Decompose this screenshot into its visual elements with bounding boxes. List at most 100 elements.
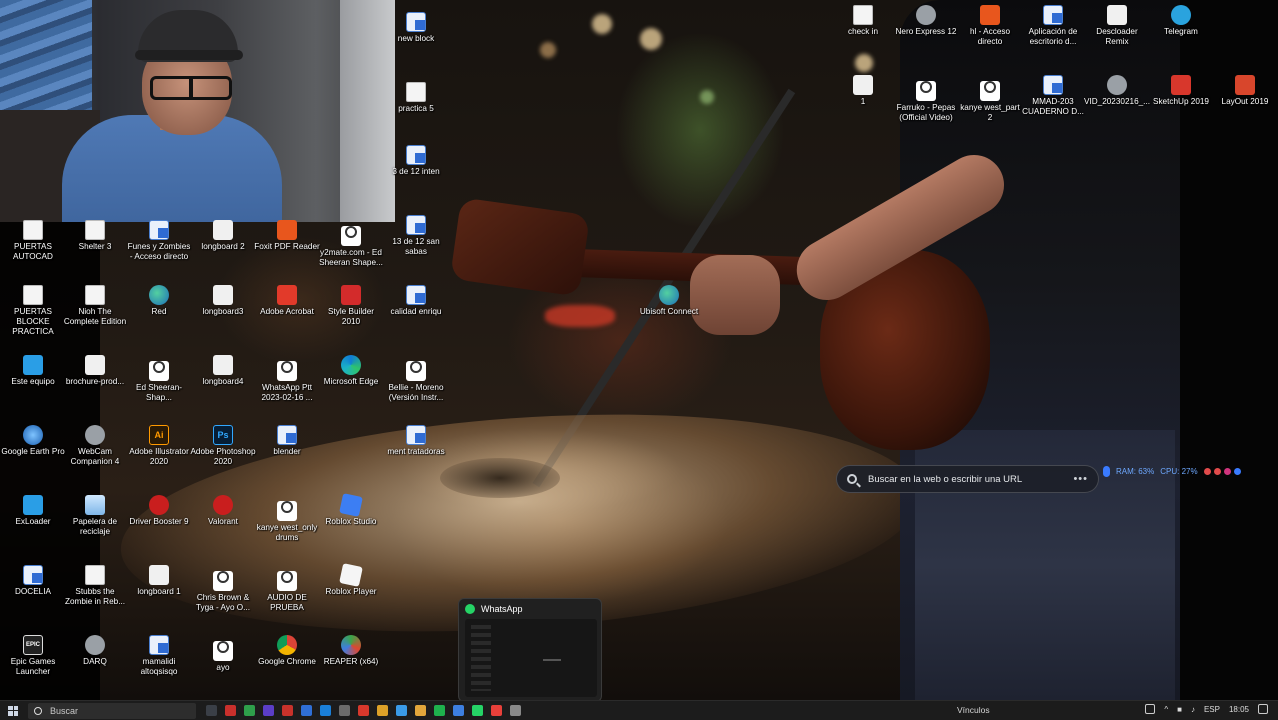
media-file-icon	[916, 81, 936, 101]
taskbar-app-icon[interactable]	[453, 705, 464, 716]
system-tray: ^ ■ ♪ ESP 18:05	[1145, 704, 1268, 714]
desktop-icon[interactable]: mamalidi altoqsisqo	[126, 635, 192, 677]
desktop-icon[interactable]: calidad enriqu	[383, 285, 449, 317]
desktop-icon[interactable]: Telegram	[1148, 5, 1214, 37]
desktop-icon[interactable]: Roblox Player	[318, 563, 384, 597]
desktop-icon-label: Shelter 3	[78, 242, 112, 251]
notifications-icon[interactable]	[1258, 704, 1268, 714]
desktop-icon[interactable]: Driver Booster 9	[126, 495, 192, 527]
web-search-input[interactable]: Buscar en la web o escribir una URL	[868, 474, 1073, 485]
desktop-icon[interactable]: Google Earth Pro	[0, 425, 66, 457]
desktop-icon[interactable]: REAPER (x64)	[318, 635, 384, 667]
desktop-icon[interactable]: Valorant	[190, 495, 256, 527]
desktop-icon[interactable]: Stubbs the Zombie in Reb...	[62, 565, 128, 607]
desktop-icon[interactable]: SketchUp 2019	[1148, 75, 1214, 107]
desktop-icon[interactable]: DARQ	[62, 635, 128, 667]
desktop-icon[interactable]: LayOut 2019	[1212, 75, 1278, 107]
taskbar-app-icon[interactable]	[510, 705, 521, 716]
desktop-icon[interactable]: WebCam Companion 4	[62, 425, 128, 467]
desktop-icon[interactable]: longboard4	[190, 355, 256, 387]
desktop-icon[interactable]: longboard3	[190, 285, 256, 317]
desktop-icon[interactable]: Farruko - Pepas (Official Video)	[893, 75, 959, 123]
desktop-icon[interactable]: Ubisoft Connect	[636, 285, 702, 317]
taskbar-app-icon[interactable]	[472, 705, 483, 716]
taskbar-app-icon[interactable]	[491, 705, 502, 716]
desktop-icon-label: hl - Acceso directo	[969, 27, 1011, 46]
desktop-icon[interactable]: Funes y Zombies - Acceso directo	[126, 220, 192, 262]
desktop-icon[interactable]: Nero Express 12	[893, 5, 959, 37]
desktop-icon[interactable]: check in	[830, 5, 896, 37]
clock[interactable]: 18:05	[1229, 705, 1249, 714]
desktop-icon[interactable]: Google Chrome	[254, 635, 320, 667]
taskbar-app-icon[interactable]	[225, 705, 236, 716]
taskbar-app-icon[interactable]	[396, 705, 407, 716]
web-search-widget[interactable]: Buscar en la web o escribir una URL •••	[836, 465, 1099, 493]
desktop-icon[interactable]: Red	[126, 285, 192, 317]
desktop-icon[interactable]: Aplicación de escritorio d...	[1020, 5, 1086, 47]
desktop-icon[interactable]: longboard 2	[190, 220, 256, 252]
taskbar-app-icon[interactable]	[434, 705, 445, 716]
desktop-icon[interactable]: WhatsApp Ptt 2023-02-16 ...	[254, 355, 320, 403]
volume-icon[interactable]: ♪	[1191, 705, 1195, 714]
desktop-icon[interactable]: Ed Sheeran-Shap...	[126, 355, 192, 403]
desktop-icon[interactable]: Descloader Remix	[1084, 5, 1150, 47]
taskbar-app-icon[interactable]	[301, 705, 312, 716]
taskbar-app-icon[interactable]	[206, 705, 217, 716]
desktop-icon[interactable]: AUDIO DE PRUEBA	[254, 565, 320, 613]
taskbar-app-icon[interactable]	[320, 705, 331, 716]
desktop-icon[interactable]: 1	[830, 75, 896, 107]
language-indicator[interactable]: ESP	[1204, 705, 1220, 714]
desktop-icon[interactable]: MMAD-203 CUADERNO D...	[1020, 75, 1086, 117]
taskbar-app-icon[interactable]	[339, 705, 350, 716]
webcam-icon	[85, 425, 105, 445]
links-toolbar[interactable]: Vínculos	[957, 705, 990, 715]
search-icon	[34, 706, 42, 715]
keyboard-icon[interactable]	[1145, 704, 1156, 714]
desktop-icon[interactable]: Este equipo	[0, 355, 66, 387]
taskbar-app-icon[interactable]	[377, 705, 388, 716]
desktop-icon[interactable]: blender	[254, 425, 320, 457]
taskbar-app-icon[interactable]	[282, 705, 293, 716]
desktop-icon[interactable]: ExLoader	[0, 495, 66, 527]
desktop-icon[interactable]: Ps Adobe Photoshop 2020	[190, 425, 256, 467]
desktop-icon[interactable]: y2mate.com - Ed Sheeran Shape...	[318, 220, 384, 268]
desktop-icon[interactable]: PUERTAS AUTOCAD	[0, 220, 66, 262]
desktop-icon[interactable]: Microsoft Edge	[318, 355, 384, 387]
desktop-icon[interactable]: kanye west_part 2	[957, 75, 1023, 123]
desktop-icon[interactable]: Nioh The Complete Edition	[62, 285, 128, 327]
desktop-icon[interactable]: Adobe Acrobat	[254, 285, 320, 317]
desktop-icon[interactable]: Style Builder 2010	[318, 285, 384, 327]
desktop-icon[interactable]: ayo	[190, 635, 256, 673]
taskbar-app-icon[interactable]	[263, 705, 274, 716]
more-options-icon[interactable]: •••	[1073, 473, 1088, 485]
desktop-icon[interactable]: practica 5	[383, 82, 449, 114]
desktop-icon[interactable]: new block	[383, 12, 449, 44]
document-icon	[85, 565, 105, 585]
desktop-icon[interactable]: 13 de 12 san sabas	[383, 215, 449, 257]
taskbar-search-box[interactable]: Buscar	[28, 702, 196, 719]
desktop-icon[interactable]: Bellie - Moreno (Versión Instr...	[383, 355, 449, 403]
taskbar-app-icon[interactable]	[415, 705, 426, 716]
whatsapp-window-preview[interactable]: WhatsApp	[458, 598, 602, 702]
desktop-icon[interactable]: kanye west_only drums	[254, 495, 320, 543]
desktop-icon[interactable]: hl - Acceso directo	[957, 5, 1023, 47]
desktop-icon[interactable]: VID_20230216_...	[1084, 75, 1150, 107]
desktop-icon[interactable]: longboard 1	[126, 565, 192, 597]
desktop-icon[interactable]: Shelter 3	[62, 220, 128, 252]
desktop-icon[interactable]: Roblox Studio	[318, 493, 384, 527]
desktop-icon[interactable]: DOCELIA	[0, 565, 66, 597]
desktop-icon[interactable]: Chris Brown & Tyga - Ayo O...	[190, 565, 256, 613]
desktop-icon[interactable]: ment tratadoras	[383, 425, 449, 457]
desktop-icon[interactable]: 3 de 12 inten	[383, 145, 449, 177]
desktop-icon[interactable]: PUERTAS BLOCKE PRACTICA	[0, 285, 66, 337]
desktop-icon[interactable]: Foxit PDF Reader	[254, 220, 320, 252]
taskbar-app-icon[interactable]	[244, 705, 255, 716]
windows-start-icon[interactable]	[8, 705, 18, 716]
desktop-icon[interactable]: EPIC Epic Games Launcher	[0, 635, 66, 677]
network-icon[interactable]: ■	[1177, 705, 1182, 714]
desktop-icon[interactable]: brochure-prod...	[62, 355, 128, 387]
taskbar-app-icon[interactable]	[358, 705, 369, 716]
chevron-up-icon[interactable]: ^	[1164, 705, 1168, 714]
desktop-icon[interactable]: Ai Adobe Illustrator 2020	[126, 425, 192, 467]
desktop-icon[interactable]: Papelera de reciclaje	[62, 495, 128, 537]
